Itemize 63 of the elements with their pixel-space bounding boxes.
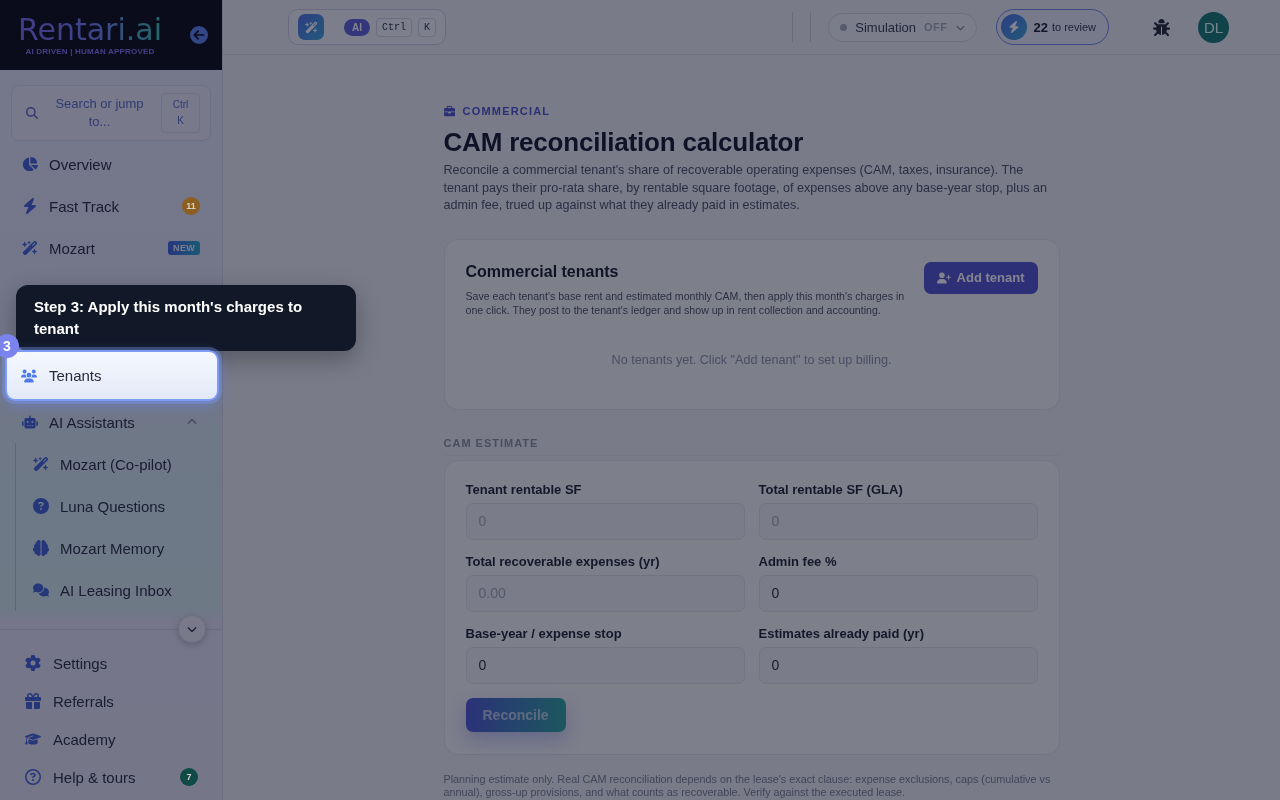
item-count: 11 xyxy=(182,197,200,215)
chat-bubbles-icon xyxy=(33,582,49,598)
nav-item[interactable]: Mozart Memory xyxy=(16,527,222,569)
page-description: Reconcile a commercial tenant's share of recoverable operating expenses (CAM, taxes, insurance). The tenant pays their pro-rata share, by rentable square footage, of expenses above any base-year stop, plus an admin fee, trued up against what they already paid in estimates. xyxy=(443,162,1048,214)
magic-wand-icon xyxy=(22,240,38,256)
card-description: Save each tenant's base rent and estimated monthly CAM, then apply this month's charges in one click. They post to the tenant's ledger and show up in rent collection and accounting. xyxy=(465,288,906,317)
nav-group-header[interactable]: AI Assistants xyxy=(0,401,222,443)
tour-tooltip: Step 3: Apply this month's charges to tenant xyxy=(16,285,356,351)
section-eyebrow: COMMERCIAL xyxy=(462,105,551,117)
scroll-down-button[interactable] xyxy=(178,615,206,643)
graduation-cap-icon xyxy=(25,731,41,747)
search-field[interactable]: Search or jump to... Ctrl K xyxy=(11,85,211,141)
nav-item[interactable]: Help & tours 7 xyxy=(0,758,222,796)
nav-item[interactable]: Luna Questions xyxy=(16,485,222,527)
number-input[interactable]: 0 xyxy=(465,646,745,684)
shortcut-key: Ctrl K xyxy=(161,93,200,133)
number-input[interactable]: 0 xyxy=(758,574,1038,612)
logo-tagline: AI DRIVEN | HUMAN APPROVED xyxy=(25,46,155,56)
shortcut-key: K xyxy=(418,17,437,37)
nav-item[interactable]: Fast Track 11 xyxy=(0,185,222,227)
nav-item[interactable]: Academy xyxy=(0,720,222,758)
lightning-bolt-icon xyxy=(22,198,38,214)
robot-icon xyxy=(22,414,38,430)
field-label: Admin fee % xyxy=(758,554,838,569)
item-count: 7 xyxy=(180,768,198,786)
collapse-sidebar-button[interactable] xyxy=(190,26,208,44)
user-avatar[interactable]: DL xyxy=(1198,11,1229,43)
number-input[interactable]: 0 xyxy=(758,646,1038,684)
people-icon xyxy=(21,367,37,384)
nav-item[interactable]: Tenants xyxy=(5,350,219,401)
field-label: Base-year / expense stop xyxy=(465,626,623,641)
settings-icon xyxy=(25,655,41,671)
field-label: Tenant rentable SF xyxy=(465,482,583,497)
add-tenant-button[interactable]: Add tenant xyxy=(923,261,1038,294)
magic-wand-icon xyxy=(33,456,49,472)
nav-item[interactable]: Mozart (Co-pilot) xyxy=(16,443,222,485)
bug-icon xyxy=(1153,18,1170,36)
magic-wand-icon xyxy=(298,14,324,40)
pie-chart-icon xyxy=(22,156,38,172)
ai-label: AI xyxy=(344,18,370,36)
nav-item[interactable]: Referrals xyxy=(0,682,222,720)
new-label: NEW xyxy=(168,241,200,255)
brain-icon xyxy=(33,540,49,556)
help-icon xyxy=(25,769,41,785)
lightning-bolt-icon xyxy=(1000,14,1027,40)
nav-item[interactable]: AI Leasing Inbox xyxy=(16,569,222,611)
field-label: Total rentable SF (GLA) xyxy=(758,482,904,497)
field-label: Total recoverable expenses (yr) xyxy=(465,554,661,569)
nav-item[interactable]: Overview xyxy=(0,143,222,185)
nav-item[interactable]: Settings xyxy=(0,644,222,682)
nav-item[interactable]: Mozart NEW xyxy=(0,227,222,269)
card-title: Commercial tenants xyxy=(465,261,620,282)
ai-command-bar[interactable]: AI Ctrl K xyxy=(288,9,447,45)
gift-icon xyxy=(25,693,41,709)
field-label: Estimates already paid (yr) xyxy=(758,626,925,641)
chevron-down-icon xyxy=(187,624,197,634)
bug-report-button[interactable] xyxy=(1153,18,1170,36)
user-plus-icon xyxy=(936,270,951,285)
review-button[interactable]: 22 to review xyxy=(995,9,1109,45)
shortcut-key: Ctrl xyxy=(376,17,412,37)
briefcase-icon xyxy=(443,105,455,117)
search-icon xyxy=(26,107,38,119)
page-title: CAM reconciliation calculator xyxy=(443,126,805,158)
